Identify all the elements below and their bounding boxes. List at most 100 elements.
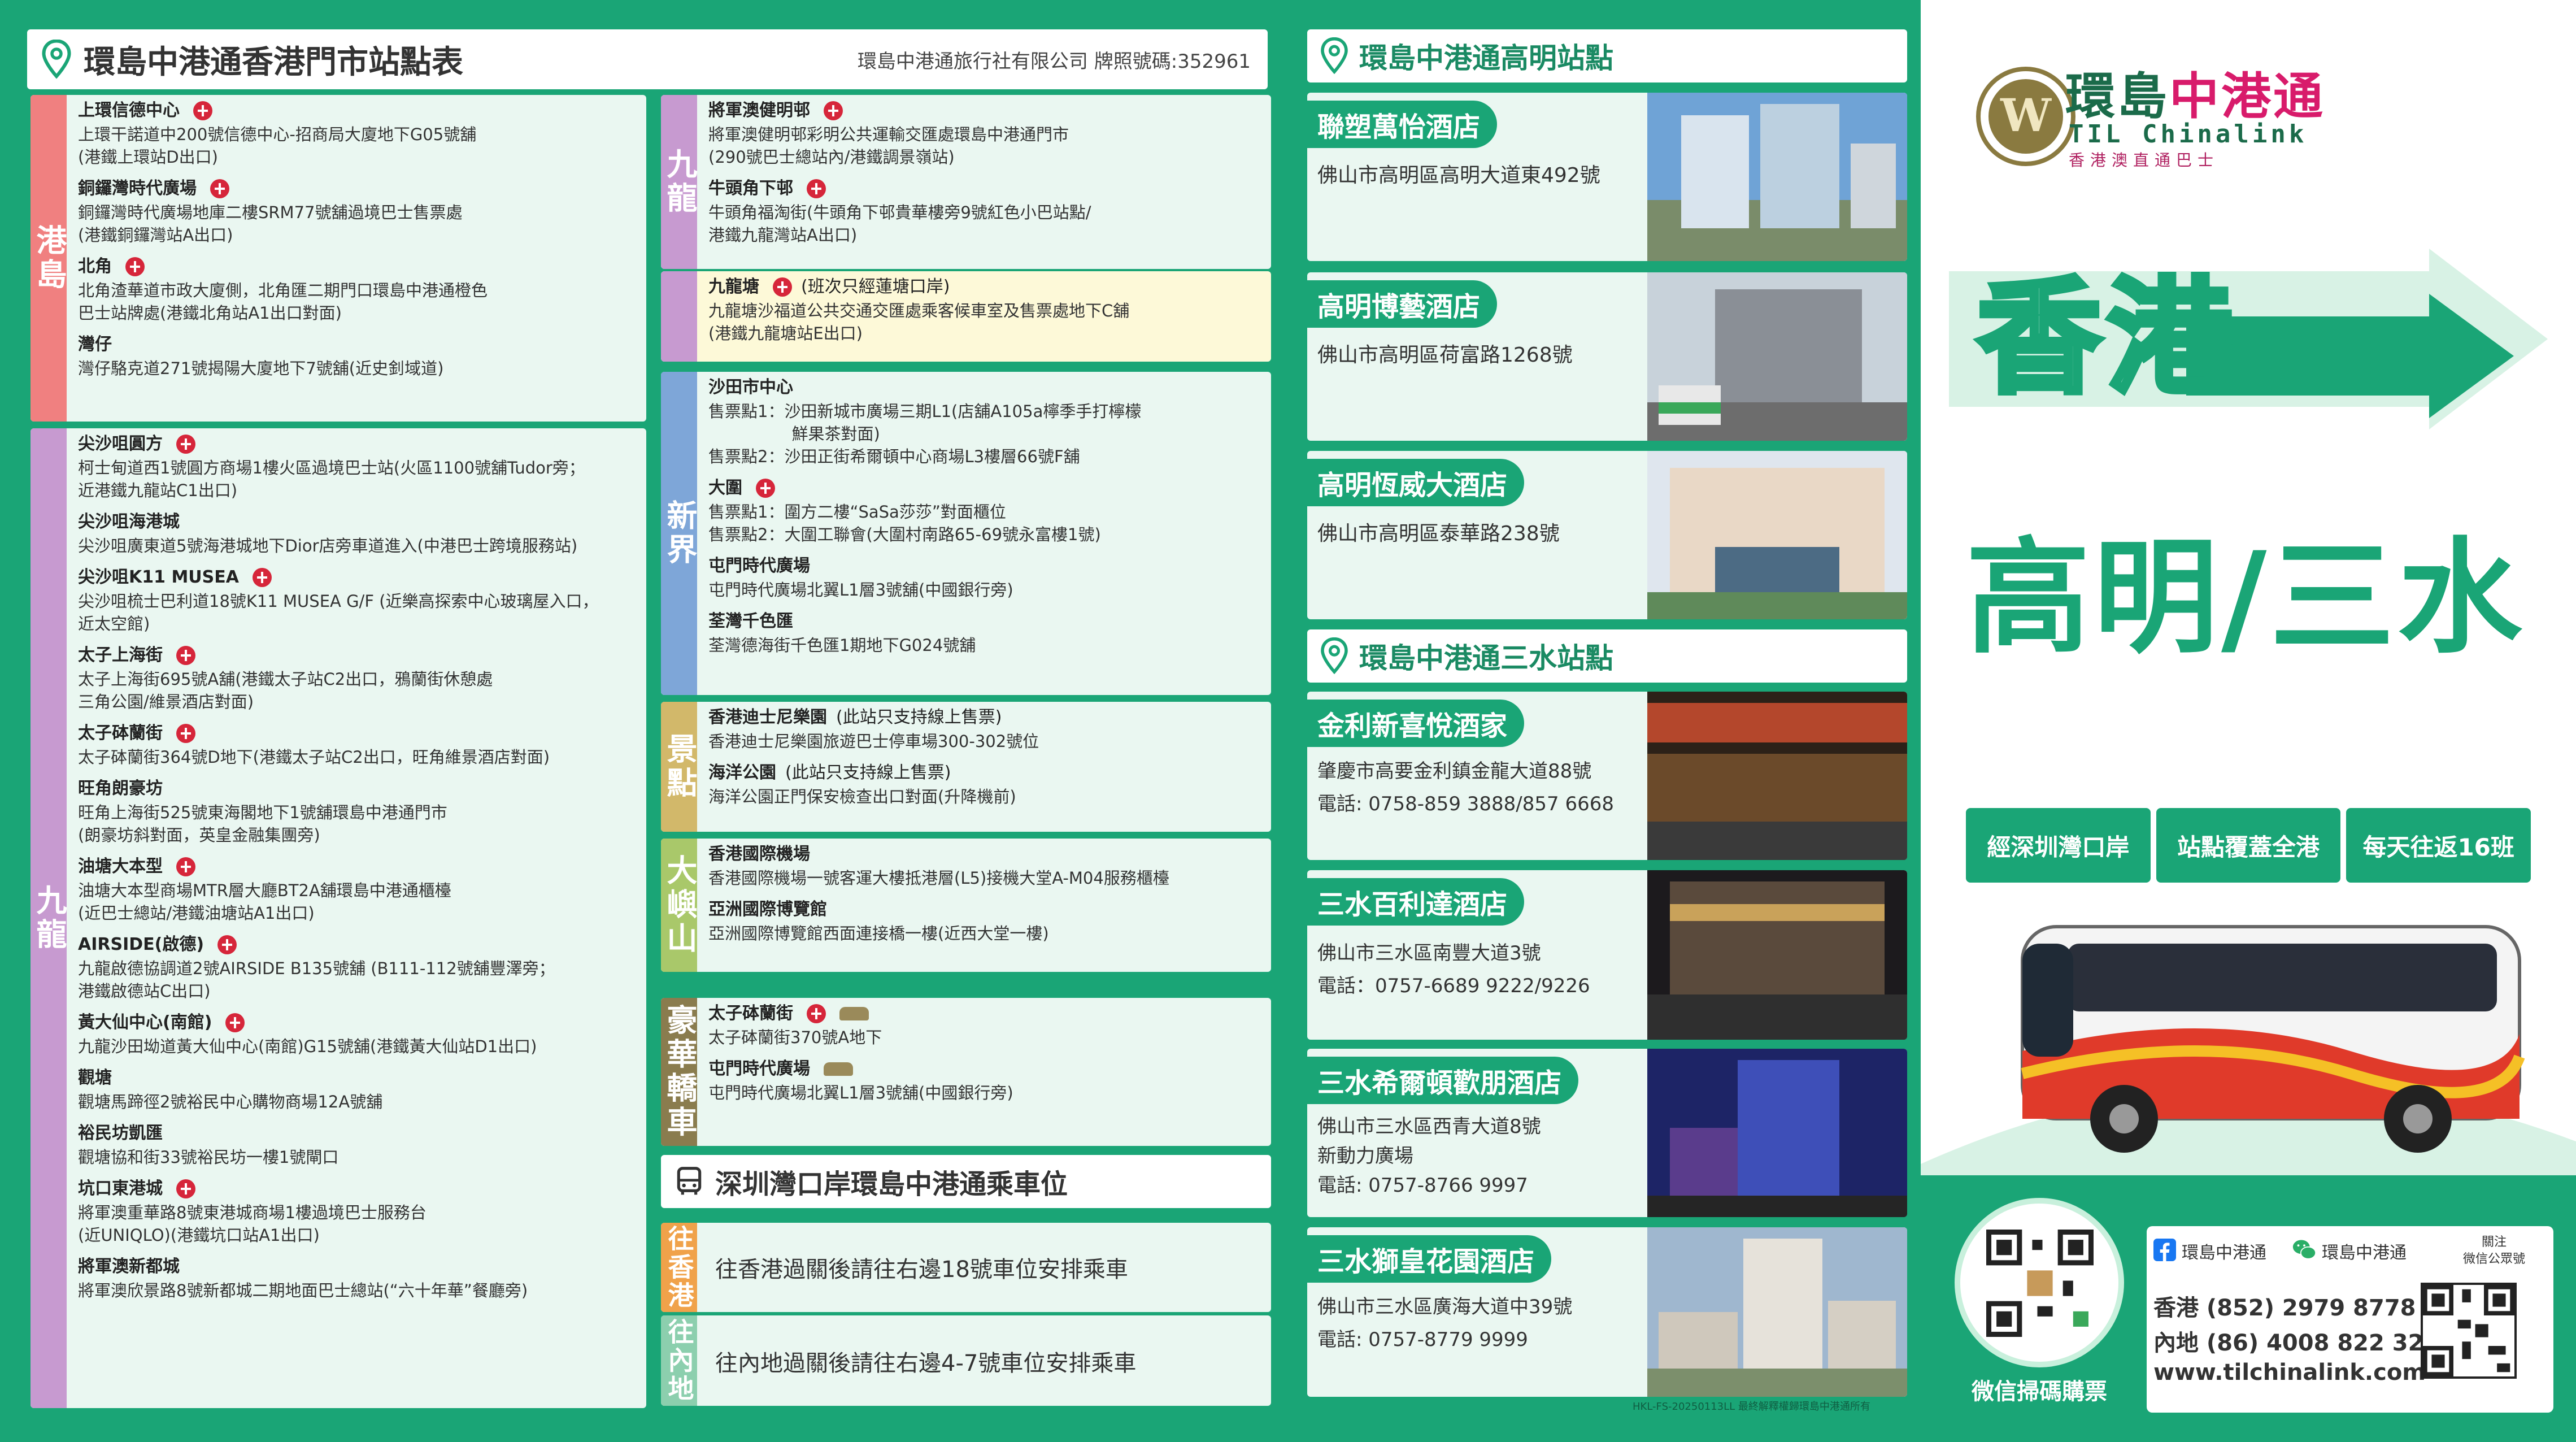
stop-address: 將軍澳重華路8號東港城商場1樓過境巴士服務台 <box>78 1203 427 1222</box>
stop-item: 尖沙咀K11 MUSEA 尖沙咀梳士巴利道18號K11 MUSEA G/F (近樂… <box>78 565 638 635</box>
stop-address: 旺角上海街525號東海閣地下1號舖環島中港通門市 <box>78 803 447 822</box>
stop-item: 太子砵蘭街 太子砵蘭街364號D地下(港鐵太子站C2出口，旺角維景酒店對面) <box>78 721 638 768</box>
stop-item: 灣仔 灣仔駱克道271號揭陽大廈地下7號舖(近史釗域道) <box>78 332 638 380</box>
hotel-address: 佛山市三水區西青大道8號 新動力廣場 電話: 0757-8766 9997 <box>1317 1115 1541 1197</box>
stop-address: 牛頭角福淘街(牛頭角下邨貴華樓旁9號紅色小巴站點/ <box>708 203 1091 222</box>
mtr-icon <box>193 101 212 120</box>
hotel-address: 佛山市高明區泰華路238號 <box>1317 522 1560 545</box>
group-scenic: 景點 香港迪士尼樂園 (此站只支持線上售票) 香港迪士尼樂園旅遊巴士停車場300-30… <box>661 702 1271 832</box>
stop-name-row: 屯門時代廣場 <box>708 1057 1263 1082</box>
stop-address: 近太空館) <box>78 614 150 633</box>
sanshui-title: 環島中港通三水站點 <box>1359 642 1613 675</box>
stop-address: 九龍沙田坳道黃大仙中心(南館)G15號舖(港鐵黃大仙站D1出口) <box>78 1037 537 1056</box>
destination-gaoming-sanshui: 高明/三水 <box>1966 525 2526 670</box>
group-kowloon-2: 九龍 將軍澳健明邨 將軍澳健明邨彩明公共運輸交匯處環島中港通門市 (290號巴士總站內… <box>661 95 1271 269</box>
stop-name: 香港國際機場 <box>708 844 810 864</box>
hotel-name: 高明博藝酒店 <box>1307 280 1498 328</box>
to-cn-text: 往內地過關後請往右邊4-7號車位安排乘車 <box>715 1350 1137 1376</box>
stop-note: (此站只支持線上售票) <box>836 707 1002 727</box>
stops-column-right: 九龍 將軍澳健明邨 將軍澳健明邨彩明公共運輸交匯處環島中港通門市 (290號巴士總站內… <box>661 95 1271 1408</box>
hotel-photo <box>1647 451 1907 619</box>
group-label: 新界 <box>662 500 698 567</box>
brand-english: TIL Chinalink <box>2069 120 2308 149</box>
mtr-icon <box>225 1013 245 1032</box>
hotel-photo <box>1647 93 1907 261</box>
hotel-card: 三水獅皇花園酒店 佛山市三水區廣海大道中39號 電話: 0757-8779 99… <box>1307 1227 1907 1397</box>
facebook-icon[interactable] <box>2153 1239 2176 1261</box>
stop-address: (290號巴士總站內/港鐵調景嶺站) <box>708 147 955 167</box>
stop-address: 售票點2：沙田正街希爾頓中心商場L3樓層66號F舖 <box>708 447 1080 466</box>
group-kowloon: 九龍 尖沙咀圓方柯士甸道西1號圓方商場1樓火區過境巴士站(火區1100號舖Tudo… <box>31 428 646 1408</box>
mtr-icon <box>176 646 195 665</box>
stop-name-row: AIRSIDE(啟德) <box>78 932 638 957</box>
stop-address: 太子上海街695號A舖(港鐵太子站C2出口，鴉蘭街休憩處 <box>78 670 493 689</box>
stop-address: 太子砵蘭街370號A地下 <box>708 1028 882 1047</box>
hotel-card: 三水希爾頓歡朋酒店 佛山市三水區西青大道8號 新動力廣場 電話: 0757-87… <box>1307 1049 1907 1217</box>
group-tab: 大嶼山 <box>661 839 697 972</box>
stop-name: 旺角朗豪坊 <box>78 779 163 798</box>
mtr-icon <box>176 857 195 876</box>
car-icon <box>839 1007 869 1020</box>
stop-item: 尖沙咀圓方柯士甸道西1號圓方商場1樓火區過境巴士站(火區1100號舖Tudor旁… <box>78 432 638 502</box>
stop-address: 油塘大本型商場MTR層大廳BT2A舖環島中港通櫃檯 <box>78 881 451 900</box>
stop-name-row: 銅鑼灣時代廣場 <box>78 176 638 201</box>
stop-name-row: 海洋公園 (此站只支持線上售票) <box>708 761 1263 785</box>
stop-address: 九龍啟德協調道2號AIRSIDE B135號舖 (B111-112號舖豐澤旁； <box>78 959 555 978</box>
stop-item: 九龍塘 (班次只經蓮塘口岸) 九龍塘沙福道公共交通交匯處乘客候車室及售票處地下C舖 (… <box>708 275 1263 345</box>
group-label: 景點 <box>662 733 698 801</box>
group-tab <box>661 271 697 362</box>
stop-name: 屯門時代廣場 <box>708 1059 810 1079</box>
stop-item: AIRSIDE(啟德) 九龍啟德協調道2號AIRSIDE B135號舖 (B111… <box>78 932 638 1002</box>
stop-address: 港鐵九龍灣站A出口) <box>708 225 858 245</box>
stop-address: 上環干諾道中200號信德中心-招商局大廈地下G05號舖 <box>78 125 477 144</box>
stop-item: 牛頭角下邨 牛頭角福淘街(牛頭角下邨貴華樓旁9號紅色小巴站點/港鐵九龍灣站A出口) <box>708 176 1263 246</box>
group-tab: 九龍 <box>661 95 697 269</box>
gaoming-header: 環島中港通高明站點 <box>1307 29 1907 82</box>
brand-subtitle: 香港澳直通巴士 <box>2069 151 2220 170</box>
group-new-territories: 新界 沙田市中心 售票點1：沙田新城市廣場三期L1(店舖A105a檸季手打檸檬 鮮果… <box>661 372 1271 695</box>
mtr-icon <box>176 1179 195 1198</box>
wechat-icon[interactable] <box>2292 1239 2316 1261</box>
stop-address: 將軍澳健明邨彩明公共運輸交匯處環島中港通門市 <box>708 125 1069 144</box>
stop-name-row: 亞洲國際博覽館 <box>708 897 1263 922</box>
hotel-address: 肇慶市高要金利鎮金龍大道88號 電話: 0758-859 3888/857 66… <box>1317 760 1614 815</box>
wechat-label[interactable]: 環島中港通 <box>2322 1239 2407 1263</box>
stop-name: 太子砵蘭街 <box>708 1004 793 1023</box>
stop-item: 銅鑼灣時代廣場 銅鑼灣時代廣場地庫二樓SRM77號舖過境巴士售票處 (港鐵銅鑼灣站A… <box>78 176 638 246</box>
stop-name: 九龍塘 <box>708 277 759 297</box>
stop-address: 九龍塘沙福道公共交通交匯處乘客候車室及售票處地下C舖 <box>708 301 1130 320</box>
hotel-address: 佛山市高明區高明大道東492號 <box>1317 164 1600 187</box>
group-label: 九龍 <box>31 884 67 952</box>
group-hk-island: 港島 上環信德中心 上環干諾道中200號信德中心-招商局大廈地下G05號舖 (港鐵上環… <box>31 95 646 422</box>
stop-name: 尖沙咀圓方 <box>78 434 163 454</box>
stop-name: 沙田市中心 <box>708 377 793 397</box>
hotel-name: 三水百利達酒店 <box>1307 878 1525 926</box>
stop-address: (朗豪坊斜對面，英皇金融集團旁) <box>78 826 320 845</box>
stop-item: 屯門時代廣場 屯門時代廣場北翼L1層3號舖(中國銀行旁) <box>708 554 1263 601</box>
mtr-icon <box>210 179 229 198</box>
hotel-card: 高明恆威大酒店 佛山市高明區泰華路238號 <box>1307 451 1907 619</box>
website-link[interactable]: www.tilchinalink.com <box>2153 1360 2426 1385</box>
wechat-qr-code[interactable] <box>1955 1198 2124 1367</box>
stop-name-row: 香港迪士尼樂園 (此站只支持線上售票) <box>708 705 1263 730</box>
stop-item: 將軍澳健明邨 將軍澳健明邨彩明公共運輸交匯處環島中港通門市 (290號巴士總站內/港… <box>708 98 1263 168</box>
shenzhen-title: 深圳灣口岸環島中港通乘車位 <box>715 1169 1068 1200</box>
stop-address: 亞洲國際博覽館西面連接橋一樓(近西大堂一樓) <box>708 924 1049 943</box>
brand-name: 環島中港通 <box>2065 67 2326 125</box>
stop-item: 海洋公園 (此站只支持線上售票) 海洋公園正門保安檢查出口對面(升降機前) <box>708 761 1263 808</box>
stop-name: 裕民坊凱匯 <box>78 1123 163 1143</box>
stop-name-row: 北角 <box>78 254 638 279</box>
hotel-photo <box>1647 692 1907 860</box>
stop-name: 銅鑼灣時代廣場 <box>78 179 197 198</box>
stop-address: 售票點2：大圍工聯會(大圍村南路65-69號永富樓1號) <box>708 525 1101 544</box>
stop-address: 柯士甸道西1號圓方商場1樓火區過境巴士站(火區1100號舖Tudor旁； <box>78 458 585 477</box>
wechat-official-qr-icon[interactable] <box>2421 1283 2517 1379</box>
facebook-label[interactable]: 環島中港通 <box>2182 1239 2266 1263</box>
gaoming-title: 環島中港通高明站點 <box>1359 42 1613 75</box>
stop-name: 灣仔 <box>78 335 112 354</box>
sanshui-header: 環島中港通三水站點 <box>1307 629 1907 683</box>
stop-address: (港鐵上環站D出口) <box>78 147 218 167</box>
group-tab: 新界 <box>661 372 697 695</box>
group-label: 九龍 <box>662 148 698 216</box>
shenzhen-to-cn: 往內地 往內地過關後請往右邊4-7號車位安排乘車 <box>661 1315 1271 1406</box>
